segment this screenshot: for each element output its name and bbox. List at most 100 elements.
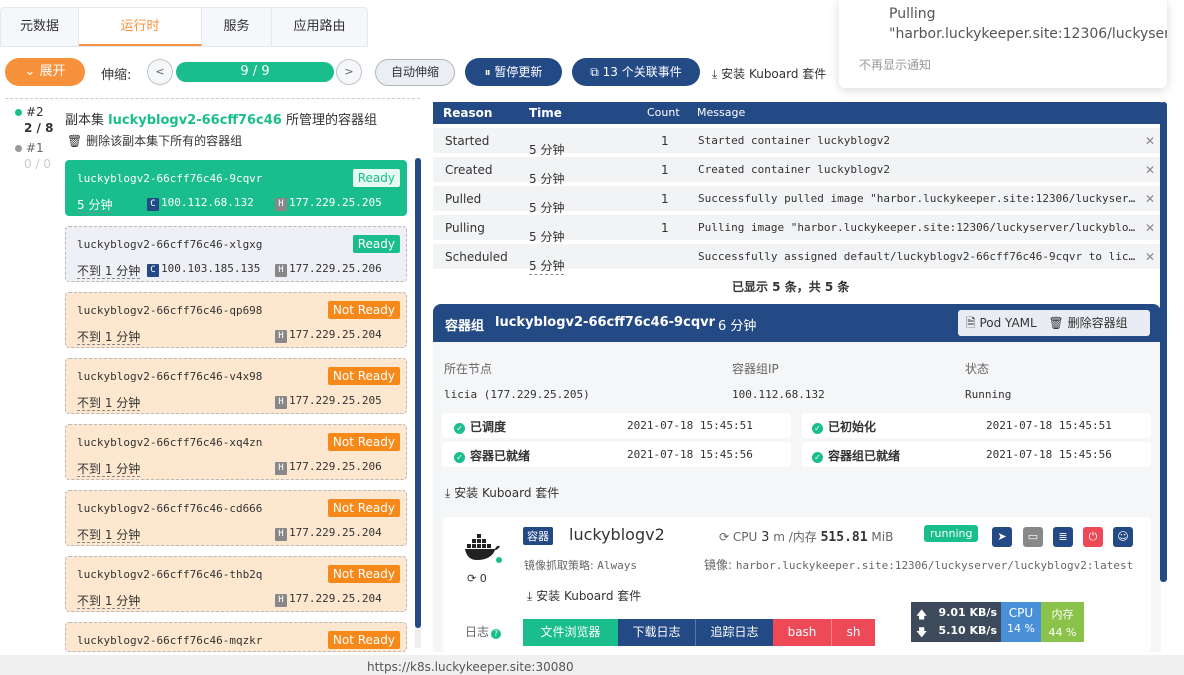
notification-popup: Pulling "harbor.luckykeeper.site:12306/lu… bbox=[839, 0, 1167, 88]
pod-list-scrollbar[interactable] bbox=[415, 158, 421, 648]
replicaset-name: luckyblogv2-66cff76c46 bbox=[108, 113, 282, 128]
delete-pod-button[interactable]: 🗑 删除容器组 bbox=[1049, 316, 1128, 330]
pod-item[interactable]: luckyblogv2-66cff76c46-qp698 Not Ready 不到 … bbox=[65, 292, 407, 348]
pod-item[interactable]: luckyblogv2-66cff76c46-cd666 Not Ready 不到 … bbox=[65, 490, 407, 546]
condition-scheduled: ✓ 已调度 2021-07-18 15:45:51 bbox=[442, 413, 791, 438]
pause-update-button[interactable]: ⏸ 暂停更新 bbox=[465, 58, 562, 86]
refresh-icon: ⟳ bbox=[467, 572, 480, 585]
host-ip: H 177.229.25.204 bbox=[275, 526, 382, 541]
events-table-header: Reason Time Count Message bbox=[433, 102, 1161, 124]
navigate-icon[interactable]: ➤ bbox=[992, 527, 1012, 547]
check-icon: ✓ bbox=[454, 452, 465, 463]
install-kuboard-link-3[interactable]: ⤓ 安装 Kuboard 套件 bbox=[527, 587, 641, 604]
event-count: 1 bbox=[661, 221, 669, 235]
pod-item[interactable]: luckyblogv2-66cff76c46-xq4zn Not Ready 不到 … bbox=[65, 424, 407, 480]
notification-dismiss-link[interactable]: 不再显示通知 bbox=[859, 56, 931, 73]
replica-progress: 9 / 9 bbox=[176, 62, 334, 82]
tab-service[interactable]: 服务 bbox=[202, 8, 272, 46]
pod-status-badge: Not Ready bbox=[327, 367, 400, 385]
delete-all-pods-link[interactable]: 🗑 删除该副本集下所有的容器组 bbox=[67, 132, 242, 149]
pod-yaml-button[interactable]: 🗎 Pod YAML bbox=[966, 316, 1037, 330]
scale-prev-button[interactable]: < bbox=[147, 59, 173, 85]
stop-icon[interactable]: ⏻ bbox=[1083, 527, 1103, 547]
host-ip-icon: H bbox=[275, 528, 287, 541]
trash-icon: 🗑 bbox=[1048, 316, 1068, 330]
close-icon[interactable]: ✕ bbox=[1145, 163, 1155, 177]
tab-runtime[interactable]: 运行时 bbox=[79, 8, 202, 46]
event-reason: Pulling bbox=[445, 221, 485, 235]
pull-policy: 镜像抓取策略: Always bbox=[524, 559, 637, 572]
close-icon[interactable]: ✕ bbox=[1145, 250, 1155, 264]
install-kuboard-link[interactable]: ⤓ 安装 Kuboard 套件 bbox=[712, 65, 826, 82]
window-icon[interactable]: ▭ bbox=[1023, 527, 1043, 547]
pod-name: luckyblogv2-66cff76c46-cd666 bbox=[77, 502, 263, 515]
event-row: Created 5 分钟 1 Created container luckyblogv… bbox=[433, 157, 1161, 188]
arrow-down-icon: 🡇 bbox=[916, 626, 928, 639]
pod-status-badge: Not Ready bbox=[327, 499, 400, 517]
node-value: licia (177.229.25.205) bbox=[444, 388, 590, 401]
event-reason: Created bbox=[445, 163, 493, 177]
pod-age: 不到 1 分钟 bbox=[77, 264, 141, 279]
trace-log-button[interactable]: 追踪日志 bbox=[695, 619, 773, 646]
pod-item[interactable]: luckyblogv2-66cff76c46-thb2q Not Ready 不到 … bbox=[65, 556, 407, 612]
pod-item[interactable]: luckyblogv2-66cff76c46-9cqvr Ready 5 分钟 C 10… bbox=[65, 160, 407, 216]
condition-initialized: ✓ 已初始化 2021-07-18 15:45:51 bbox=[802, 413, 1151, 438]
event-count: 1 bbox=[661, 163, 669, 177]
check-icon: ✓ bbox=[812, 452, 823, 463]
host-ip-icon: H bbox=[275, 396, 287, 409]
expand-button[interactable]: ⌄ 展开 bbox=[5, 58, 85, 86]
host-ip: H 177.229.25.205 bbox=[275, 196, 382, 211]
close-icon[interactable]: ✕ bbox=[1145, 134, 1155, 148]
network-stats: 🡅 9.01 KB/s 🡇 5.10 KB/s bbox=[911, 602, 1001, 642]
right-scrollbar[interactable] bbox=[1160, 102, 1167, 582]
event-row: Pulling 5 分钟 1 Pulling image "harbor.luckyk… bbox=[433, 215, 1161, 246]
close-icon[interactable]: ✕ bbox=[1145, 192, 1155, 206]
event-count: 1 bbox=[661, 134, 669, 148]
auto-scale-button[interactable]: 自动伸缩 bbox=[375, 59, 455, 86]
pod-item[interactable]: luckyblogv2-66cff76c46-mqzkr Not Ready bbox=[65, 622, 407, 652]
download-log-button[interactable]: 下载日志 bbox=[618, 619, 695, 646]
related-events-button[interactable]: ⧉ 13 个关联事件 bbox=[572, 58, 700, 86]
container-state-badge: running bbox=[924, 525, 979, 542]
event-message: Created container luckyblogv2 bbox=[698, 163, 891, 176]
trash-icon: 🗑 bbox=[67, 134, 87, 148]
pod-status-badge: Ready bbox=[352, 169, 400, 187]
host-ip-icon: H bbox=[275, 330, 287, 343]
pod-status-badge: Not Ready bbox=[327, 301, 400, 319]
replicaset-1[interactable]: #1 0 / 0 bbox=[15, 140, 51, 172]
status-bar: https://k8s.luckykeeper.site:30080 bbox=[0, 655, 1184, 675]
pod-panel-header: 容器组 luckyblogv2-66cff76c46-9cqvr 6 分钟 🗎 … bbox=[433, 304, 1161, 342]
host-ip-icon: H bbox=[275, 594, 287, 607]
pod-item[interactable]: luckyblogv2-66cff76c46-xlgxg Ready 不到 1 分钟… bbox=[65, 226, 407, 282]
close-icon[interactable]: ✕ bbox=[1145, 221, 1155, 235]
cpu-percent: CPU 14 % bbox=[1001, 602, 1041, 642]
scale-next-button[interactable]: > bbox=[336, 59, 362, 85]
pod-ip-value: 100.112.68.132 bbox=[732, 388, 825, 401]
database-icon[interactable]: ≣ bbox=[1053, 527, 1073, 547]
pod-status-badge: Not Ready bbox=[327, 565, 400, 583]
event-message: Started container luckyblogv2 bbox=[698, 134, 891, 147]
pod-name: luckyblogv2-66cff76c46-xq4zn bbox=[77, 436, 263, 449]
install-kuboard-link-2[interactable]: ⤓ 安装 Kuboard 套件 bbox=[445, 484, 559, 501]
docker-icon bbox=[465, 534, 500, 560]
pod-name: luckyblogv2-66cff76c46-9cqvr bbox=[495, 315, 716, 330]
host-ip: H 177.229.25.204 bbox=[275, 328, 382, 343]
pod-age: 不到 1 分钟 bbox=[77, 528, 141, 543]
pod-age: 不到 1 分钟 bbox=[77, 330, 141, 345]
pod-status-badge: Not Ready bbox=[327, 433, 400, 451]
sh-button[interactable]: sh bbox=[831, 619, 875, 646]
replicaset-2[interactable]: #2 2 / 8 bbox=[15, 104, 53, 136]
pod-age: 5 分钟 bbox=[77, 198, 113, 213]
image-path: 镜像: harbor.luckykeeper.site:12306/luckys… bbox=[704, 558, 1134, 572]
tab-ingress[interactable]: 应用路由 bbox=[272, 8, 367, 46]
user-icon[interactable]: ☺ bbox=[1113, 527, 1133, 547]
tab-metadata[interactable]: 元数据 bbox=[1, 8, 79, 46]
container-usage: ⟳ CPU 3 m /内存 515.81 MiB bbox=[719, 530, 894, 545]
event-row: Pulled 5 分钟 1 Successfully pulled image "ha… bbox=[433, 186, 1161, 217]
tab-bar: 元数据 运行时 服务 应用路由 bbox=[0, 7, 368, 47]
event-message: Successfully assigned default/luckyblogv… bbox=[698, 250, 1138, 263]
host-ip: H 177.229.25.204 bbox=[275, 592, 382, 607]
pod-item[interactable]: luckyblogv2-66cff76c46-v4x98 Not Ready 不到 … bbox=[65, 358, 407, 414]
file-browser-button[interactable]: 文件浏览器 bbox=[523, 619, 618, 646]
bash-button[interactable]: bash bbox=[773, 619, 831, 646]
